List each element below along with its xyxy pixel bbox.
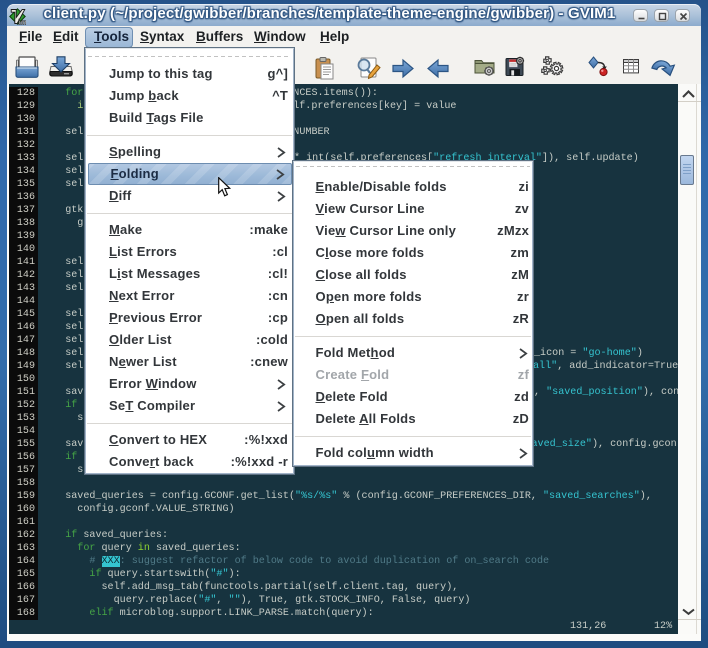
svg-text:im: im xyxy=(18,19,26,25)
